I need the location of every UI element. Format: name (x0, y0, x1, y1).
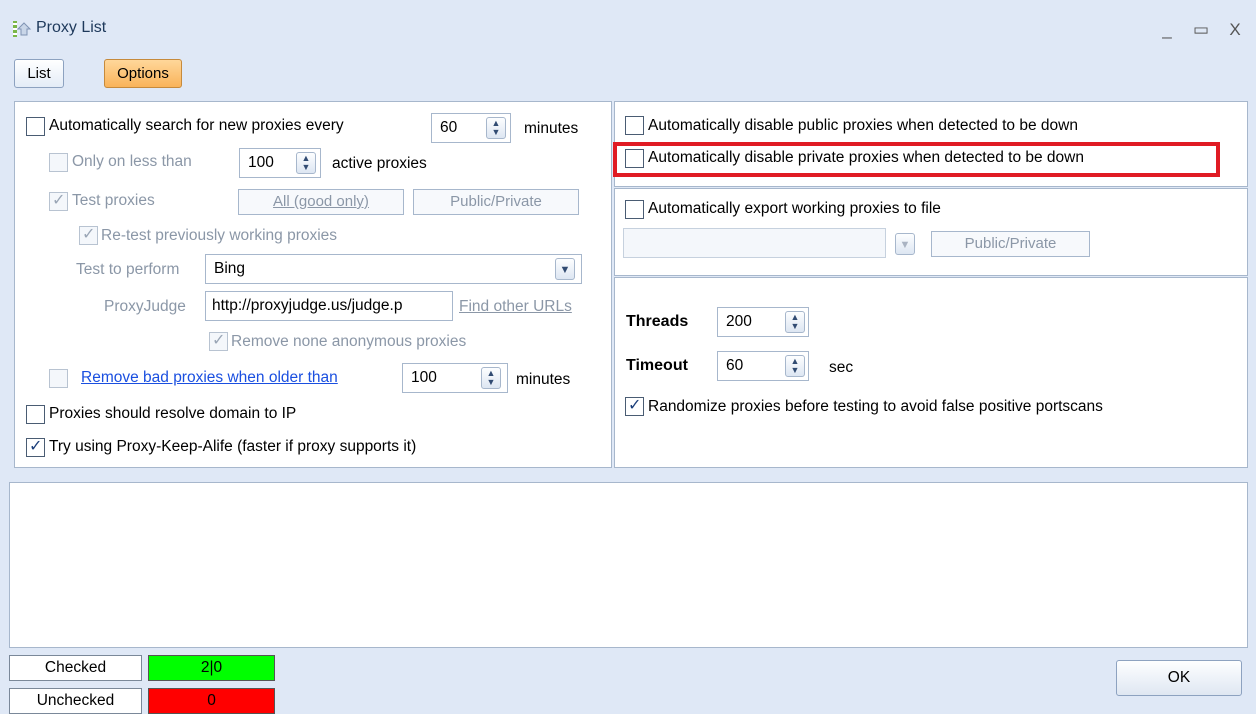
export-label: Automatically export working proxies to … (648, 200, 941, 217)
threads-spin-icon[interactable]: ▲ ▼ (785, 311, 805, 333)
checked-status-label: Checked (9, 655, 142, 681)
keep-alive-label: Try using Proxy-Keep-Alife (faster if pr… (49, 438, 417, 455)
active-proxies-spin-icon[interactable]: ▲ ▼ (296, 152, 316, 174)
active-proxies-unit: active proxies (332, 155, 427, 172)
test-proxies-label: Test proxies (72, 192, 155, 209)
highlight-box (613, 142, 1220, 177)
remove-none-anon-label: Remove none anonymous proxies (231, 333, 467, 350)
all-good-only-button[interactable]: All (good only) (238, 189, 404, 215)
retest-checkbox[interactable]: ✓ (79, 226, 98, 245)
test-public-private-button[interactable]: Public/Private (413, 189, 579, 215)
test-to-perform-select[interactable]: Bing (205, 254, 582, 284)
checked-status-value: 2|0 (148, 655, 275, 681)
resolve-domain-label: Proxies should resolve domain to IP (49, 405, 297, 422)
proxyjudge-label: ProxyJudge (104, 298, 186, 315)
test-to-perform-label: Test to perform (76, 261, 180, 278)
timeout-unit: sec (829, 359, 854, 376)
remove-bad-link[interactable]: Remove bad proxies when older than (81, 369, 338, 387)
proxyjudge-url-input[interactable]: http://proxyjudge.us/judge.p (205, 291, 453, 321)
test-proxies-checkbox[interactable]: ✓ (49, 192, 68, 211)
tab-options[interactable]: Options (104, 59, 182, 88)
auto-search-checkbox[interactable] (26, 117, 45, 136)
check-icon: ✓ (82, 226, 96, 243)
check-icon: ✓ (212, 332, 226, 349)
disable-public-label: Automatically disable public proxies whe… (648, 117, 1078, 134)
threads-label: Threads (626, 313, 689, 330)
dropdown-arrow-icon[interactable]: ▼ (555, 258, 575, 280)
keep-alive-checkbox[interactable]: ✓ (26, 438, 45, 457)
find-other-urls-link[interactable]: Find other URLs (459, 298, 572, 316)
remove-bad-unit: minutes (516, 371, 571, 388)
export-public-private-button[interactable]: Public/Private (931, 231, 1090, 257)
auto-search-spin-icon[interactable]: ▲ ▼ (486, 117, 506, 139)
close-button[interactable]: X (1222, 20, 1248, 40)
check-icon: ✓ (52, 192, 66, 209)
randomize-checkbox[interactable]: ✓ (625, 397, 644, 416)
log-area[interactable] (9, 482, 1248, 648)
disable-public-checkbox[interactable] (625, 116, 644, 135)
right-threads-panel (614, 277, 1248, 468)
unchecked-status-value: 0 (148, 688, 275, 714)
title-bar: Proxy List _ ▭ X (0, 0, 1256, 52)
check-icon: ✓ (29, 438, 43, 455)
resolve-domain-checkbox[interactable] (26, 405, 45, 424)
export-checkbox[interactable] (625, 200, 644, 219)
randomize-label: Randomize proxies before testing to avoi… (648, 398, 1103, 415)
only-less-label: Only on less than (72, 153, 192, 170)
ok-button[interactable]: OK (1116, 660, 1242, 696)
only-less-checkbox[interactable] (49, 153, 68, 172)
remove-bad-checkbox[interactable] (49, 369, 68, 388)
maximize-button[interactable]: ▭ (1188, 20, 1214, 40)
check-icon: ✓ (628, 397, 642, 414)
all-good-only-label: All (good only) (273, 193, 369, 210)
remove-bad-spin-icon[interactable]: ▲ ▼ (481, 367, 501, 389)
window-title: Proxy List (36, 19, 107, 36)
remove-none-anon-checkbox[interactable]: ✓ (209, 332, 228, 351)
retest-label: Re-test previously working proxies (101, 227, 338, 244)
unchecked-status-label: Unchecked (9, 688, 142, 714)
timeout-label: Timeout (626, 357, 688, 374)
auto-search-unit: minutes (524, 120, 579, 137)
minimize-button[interactable]: _ (1154, 20, 1180, 40)
app-icon (13, 21, 32, 37)
timeout-spin-icon[interactable]: ▲ ▼ (785, 355, 805, 377)
auto-search-label: Automatically search for new proxies eve… (49, 117, 344, 134)
export-path-input[interactable] (623, 228, 886, 258)
export-dropdown-arrow-icon[interactable]: ▼ (895, 233, 915, 255)
tab-list[interactable]: List (14, 59, 64, 88)
